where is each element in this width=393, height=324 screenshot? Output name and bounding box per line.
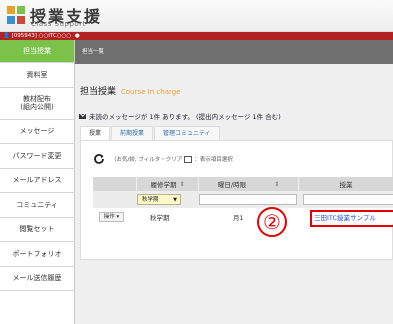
main-area: 担当一覧 担当授業 Course In charge 未読のメッセージが 1件 あ… <box>75 40 393 324</box>
operation-button[interactable]: 操作 ▾ <box>99 212 124 222</box>
filter-clear-text[interactable]: （お気/絞, フィルタ・クリア <box>111 155 182 163</box>
app-subtitle: Class Support <box>31 20 86 28</box>
sidebar-item-password[interactable]: パスワード変更 <box>0 144 74 169</box>
sidebar-item-messages[interactable]: メッセージ <box>0 120 74 144</box>
column-select-icon[interactable] <box>184 155 193 163</box>
sidebar-item-mail-history[interactable]: メール送信履歴 <box>0 267 74 291</box>
step-number-badge: ② <box>257 207 287 237</box>
user-person-icon: 👤 <box>3 33 10 39</box>
unread-notice[interactable]: 未読のメッセージが 1件 あります。 (提出内メッセージ 1件 合む) <box>79 111 281 121</box>
sidebar-item-materials[interactable]: 教材配布 (組内公開) <box>0 88 74 120</box>
table-row: 操作 ▾ 秋学期 月1 三田ITC授業サンプル <box>93 208 393 227</box>
mail-icon <box>79 113 86 119</box>
tab-manage-community[interactable]: 管理コミュニティ <box>154 126 220 140</box>
course-filter-input[interactable] <box>303 194 393 205</box>
sidebar: 担当授業 資料室 教材配布 (組内公開) メッセージ パスワード変更 メールアド… <box>0 40 75 324</box>
page-title: 担当授業 Course In charge <box>80 84 181 97</box>
tab-first-term[interactable]: 前期授業 <box>111 126 154 140</box>
app-header: 授業支援 Class Support <box>0 0 393 32</box>
sidebar-item-view-set[interactable]: 閲覧セット <box>0 218 74 242</box>
table-filter-row: 秋学期 ▼ <box>93 191 393 208</box>
header-course-label: 授業 <box>339 181 353 189</box>
header-spacer <box>93 177 137 191</box>
sidebar-item-community[interactable]: コミュニティ <box>0 193 74 218</box>
page-title-en: Course In charge <box>121 88 181 96</box>
header-course[interactable]: 授業 <box>299 177 393 191</box>
sidebar-item-portfolio[interactable]: ポートフォリオ <box>0 242 74 267</box>
lock-icon[interactable]: ● <box>75 33 80 39</box>
cell-day-period: 月1 <box>233 214 244 222</box>
course-link[interactable]: 三田ITC授業サンプル <box>310 210 393 227</box>
table-header: 履修学期 ⇕ 曜日/時限 ⇕ 授業 <box>93 177 393 191</box>
user-bar: 👤 [095943] ○○ITC○○○ ● <box>0 32 393 40</box>
app-logo-icon <box>7 6 25 24</box>
tab-courses[interactable]: 授業 <box>80 126 111 140</box>
day-period-filter-input[interactable] <box>199 194 297 205</box>
refresh-icon[interactable] <box>93 153 105 165</box>
header-term-label: 履修学期 <box>150 181 177 189</box>
header-day-period[interactable]: 曜日/時限 ⇕ <box>199 177 299 191</box>
table-toolbar: （お気/絞, フィルタ・クリア ：表示項目選択 <box>93 153 233 165</box>
user-id-text: [095943] ○○ITC○○○ <box>11 33 72 39</box>
column-select-text[interactable]: ：表示項目選択 <box>194 155 233 163</box>
chevron-down-icon: ▼ <box>173 197 177 203</box>
sidebar-item-courses[interactable]: 担当授業 <box>0 40 74 63</box>
course-panel: （お気/絞, フィルタ・クリア ：表示項目選択 履修学期 ⇕ 曜日/時限 ⇕ 授業 … <box>80 140 393 260</box>
cell-term: 秋学期 <box>150 214 170 222</box>
sort-icon[interactable]: ⇕ <box>274 181 279 188</box>
header-term[interactable]: 履修学期 ⇕ <box>137 177 199 191</box>
term-filter-select[interactable]: 秋学期 ▼ <box>137 194 181 205</box>
sidebar-item-email[interactable]: メールアドレス <box>0 169 74 193</box>
content-area: 担当授業 Course In charge 未読のメッセージが 1件 あります。 … <box>75 64 393 324</box>
sidebar-item-library[interactable]: 資料室 <box>0 63 74 88</box>
unread-notice-text[interactable]: 未読のメッセージが 1件 あります。 (提出内メッセージ 1件 合む) <box>89 111 281 121</box>
term-filter-value: 秋学期 <box>142 197 159 203</box>
sort-icon[interactable]: ⇕ <box>179 181 184 188</box>
header-day-period-label: 曜日/時限 <box>217 181 247 189</box>
breadcrumb[interactable]: 担当一覧 <box>75 40 393 64</box>
page-title-text: 担当授業 <box>80 87 117 97</box>
tab-bar: 授業 前期授業 管理コミュニティ <box>80 126 221 140</box>
